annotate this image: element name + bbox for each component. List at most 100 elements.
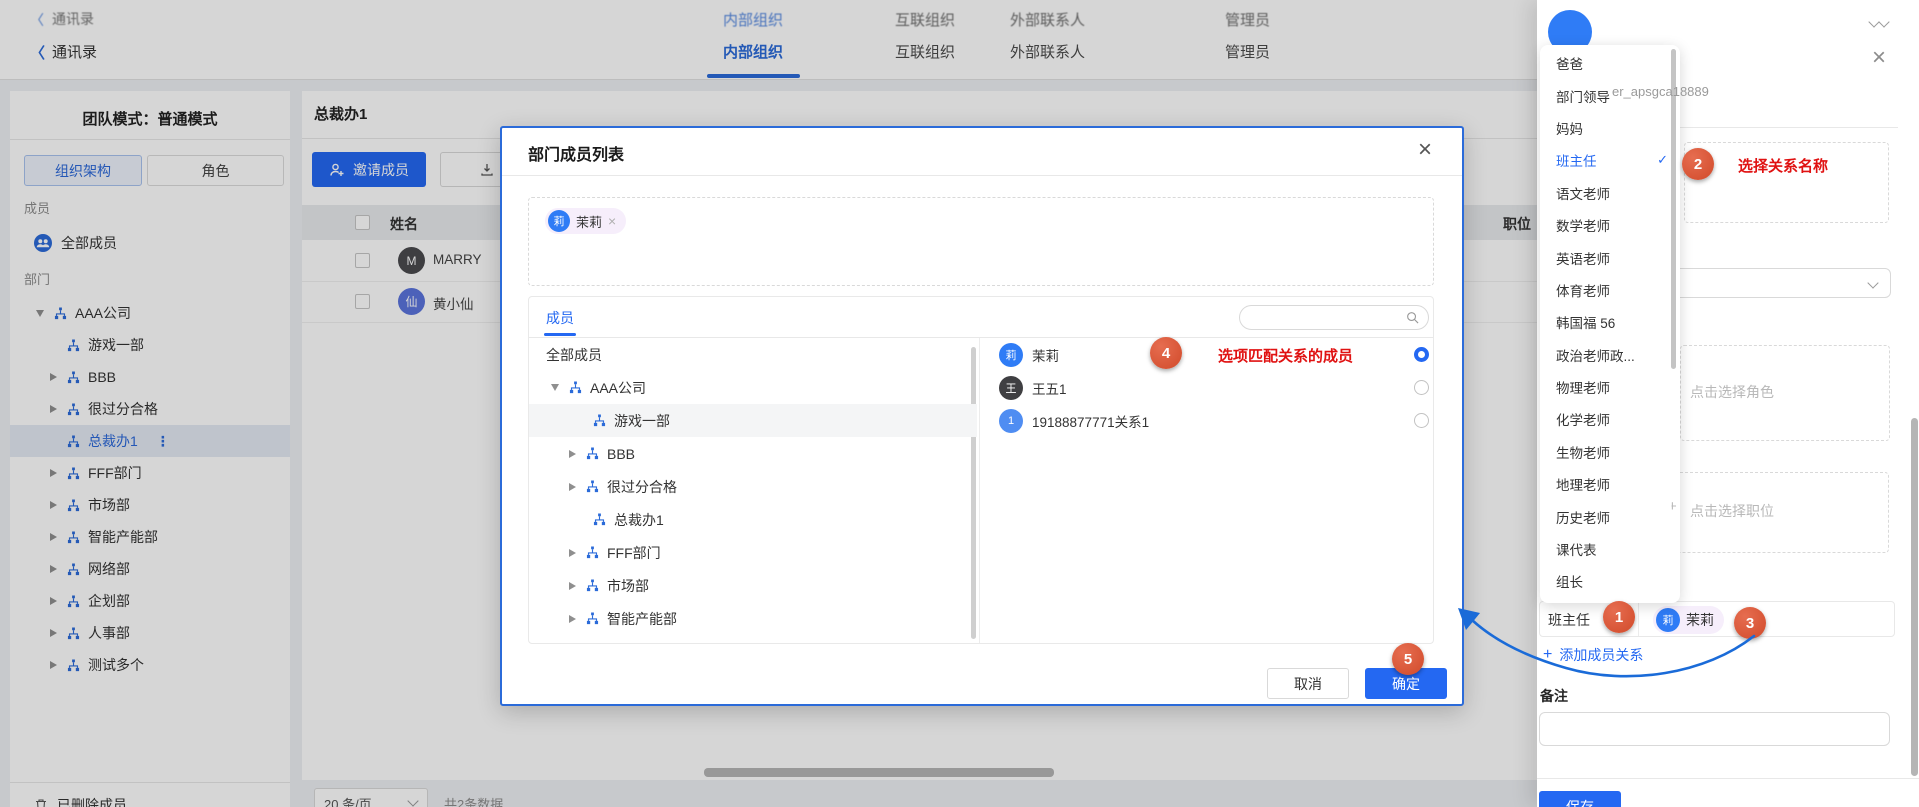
member-detail-drawer: × er_apsgca18889 点击选择角色 点击选择职位 + 班主任 莉 茉… (1537, 0, 1919, 807)
modal-tree-item[interactable]: 总裁办1 (529, 503, 977, 536)
cancel-label: 取消 (1294, 674, 1322, 694)
member-option[interactable]: 莉 茉莉 (979, 338, 1434, 371)
avatar: 莉 (999, 343, 1023, 367)
modal-tree-item[interactable]: 很过分合格 (529, 470, 977, 503)
step-marker-4: 4 (1150, 337, 1182, 369)
avatar: 莉 (1656, 608, 1680, 632)
save-button[interactable]: 保存 (1539, 791, 1621, 807)
member-option[interactable]: 王 王五1 (979, 371, 1434, 404)
radio-unselected[interactable] (1414, 380, 1429, 395)
search-input[interactable] (1239, 305, 1429, 330)
dropdown-option[interactable]: 课代表 (1540, 533, 1680, 565)
dropdown-option[interactable]: 妈妈 (1540, 112, 1680, 144)
radio-unselected[interactable] (1414, 413, 1429, 428)
org-icon (569, 381, 582, 394)
plus-icon: + (1543, 646, 1552, 664)
selected-member-chip[interactable]: 莉 茉莉 × (545, 208, 626, 234)
tree-item-label: 很过分合格 (607, 477, 677, 497)
dropdown-option[interactable]: 物理老师 (1540, 371, 1680, 403)
org-icon (593, 414, 606, 427)
dropdown-option[interactable]: 英语老师 (1540, 241, 1680, 273)
caret-right-icon[interactable] (569, 450, 576, 458)
caret-right-icon[interactable] (569, 582, 576, 590)
modal-tree-item[interactable]: AAA公司 (529, 371, 977, 404)
dropdown-option[interactable]: 组长 (1540, 565, 1680, 597)
radio-selected[interactable] (1414, 347, 1429, 362)
remove-chip-icon[interactable]: × (608, 213, 616, 229)
role-placeholder: 点击选择角色 (1690, 382, 1774, 402)
dropdown-option[interactable]: 地理老师 (1540, 468, 1680, 500)
vertical-scrollbar[interactable] (1911, 418, 1918, 776)
chevron-down-icon (1867, 277, 1878, 288)
caret-down-icon[interactable] (551, 384, 559, 391)
step-marker-5: 5 (1392, 643, 1424, 675)
add-relation-link[interactable]: + 添加成员关系 (1543, 645, 1643, 665)
step-marker-3: 3 (1734, 607, 1766, 639)
position-picker-box[interactable]: 点击选择职位 (1666, 472, 1889, 553)
search-icon (1406, 311, 1419, 324)
tree-item-label: 全部成员 (546, 345, 602, 365)
save-label: 保存 (1566, 797, 1594, 807)
tree-item-label: BBB (607, 446, 635, 462)
dropdown-option-selected[interactable]: 班主任 ✓ (1540, 144, 1680, 176)
modal-tree-item[interactable]: FFF部门 (529, 536, 977, 569)
tree-item-label: 游戏一部 (614, 411, 670, 431)
member-relation-row: 班主任 莉 茉莉 (1539, 601, 1895, 637)
chip-name: 茉莉 (576, 212, 602, 231)
modal-tree-root[interactable]: 全部成员 (529, 338, 977, 371)
confirm-label: 确定 (1392, 674, 1420, 694)
member-option[interactable]: 1 19188877771关系1 (979, 404, 1434, 437)
modal-tree-item[interactable]: 市场部 (529, 569, 977, 602)
position-placeholder: 点击选择职位 (1690, 501, 1774, 521)
dropdown-option[interactable]: 体育老师 (1540, 274, 1680, 306)
modal-tree-item[interactable]: 网络部 (529, 635, 977, 644)
org-icon (593, 513, 606, 526)
tree-item-label: 总裁办1 (614, 510, 664, 530)
caret-right-icon[interactable] (569, 615, 576, 623)
cancel-button[interactable]: 取消 (1267, 668, 1349, 699)
remark-input[interactable] (1539, 712, 1890, 746)
relation-dropdown: 爸爸 部门领导 妈妈 班主任 ✓ 语文老师 数学老师 英语老师 体育老师 韩国福… (1540, 45, 1680, 603)
close-icon[interactable]: × (1872, 48, 1886, 68)
dropdown-option[interactable]: 化学老师 (1540, 403, 1680, 435)
step-marker-2: 2 (1682, 148, 1714, 180)
org-icon (586, 546, 599, 559)
modal-tree-item-selected[interactable]: 游戏一部 (529, 404, 977, 437)
tree-item-label: FFF部门 (607, 543, 661, 563)
chip-name: 茉莉 (1686, 610, 1714, 630)
caret-right-icon[interactable] (569, 483, 576, 491)
modal-tree-item[interactable]: BBB (529, 437, 977, 470)
avatar: 1 (999, 409, 1023, 433)
close-icon[interactable]: × (1418, 140, 1432, 160)
relation-member-chip[interactable]: 莉 茉莉 (1653, 606, 1724, 634)
dept-member-modal: 部门成员列表 × 莉 茉莉 × 成员 全部成员 (500, 126, 1464, 706)
member-option-name: 王五1 (1032, 378, 1414, 398)
avatar: 王 (999, 376, 1023, 400)
tree-item-label: 智能产能部 (607, 609, 677, 629)
dropdown-option[interactable]: 韩国福 56 (1540, 306, 1680, 338)
tree-item-label: 市场部 (607, 576, 649, 596)
member-option-name: 19188877771关系1 (1032, 411, 1414, 431)
dropdown-option[interactable]: 数学老师 (1540, 209, 1680, 241)
relation-value[interactable]: 班主任 (1548, 610, 1590, 630)
modal-tree-item[interactable]: 智能产能部 (529, 602, 977, 635)
member-id-text: er_apsgca18889 (1612, 84, 1709, 99)
dropdown-option[interactable]: 生物老师 (1540, 436, 1680, 468)
org-icon (586, 447, 599, 460)
annotation-member-match: 选项匹配关系的成员 (1218, 345, 1353, 366)
collapse-icon[interactable] (1878, 16, 1889, 27)
dropdown-option[interactable]: 政治老师政... (1540, 339, 1680, 371)
org-icon (586, 480, 599, 493)
tree-item-label: 网络部 (607, 642, 649, 645)
step-marker-1: 1 (1603, 601, 1635, 633)
tab-members[interactable]: 成员 (546, 308, 574, 328)
avatar: 莉 (548, 210, 570, 232)
caret-right-icon[interactable] (569, 549, 576, 557)
dropdown-option[interactable]: 爸爸 (1540, 47, 1680, 79)
annotation-relation-name: 选择关系名称 (1738, 155, 1828, 176)
remark-label: 备注 (1540, 686, 1568, 706)
dropdown-option[interactable]: 语文老师 (1540, 177, 1680, 209)
dropdown-option[interactable]: 历史老师 (1540, 500, 1680, 532)
role-picker-box[interactable]: 点击选择角色 (1680, 345, 1890, 441)
tree-item-label: AAA公司 (590, 378, 646, 398)
